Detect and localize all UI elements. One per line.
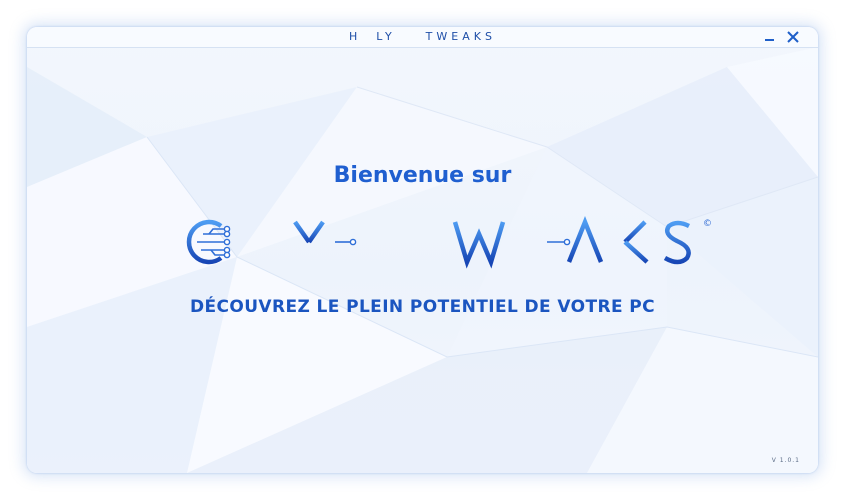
stage: H LY TWEAKS Bienvenue sur © DÉCOUVREZ LE… (0, 0, 845, 500)
title-bar[interactable]: H LY TWEAKS (27, 27, 818, 48)
close-icon (787, 31, 799, 43)
minimize-button[interactable] (760, 27, 780, 47)
version-label: V 1.0.1 (771, 457, 800, 464)
copyright-mark: © (703, 219, 712, 229)
welcome-heading: Bienvenue sur (333, 163, 512, 188)
close-button[interactable] (783, 27, 803, 47)
holy-tweaks-logo: © (140, 215, 712, 269)
app-window: H LY TWEAKS Bienvenue sur © DÉCOUVREZ LE… (27, 27, 818, 473)
tagline: DÉCOUVREZ LE PLEIN POTENTIEL DE VOTRE PC (189, 297, 656, 317)
minimize-icon (765, 39, 774, 41)
window-title: H LY TWEAKS (349, 30, 496, 43)
